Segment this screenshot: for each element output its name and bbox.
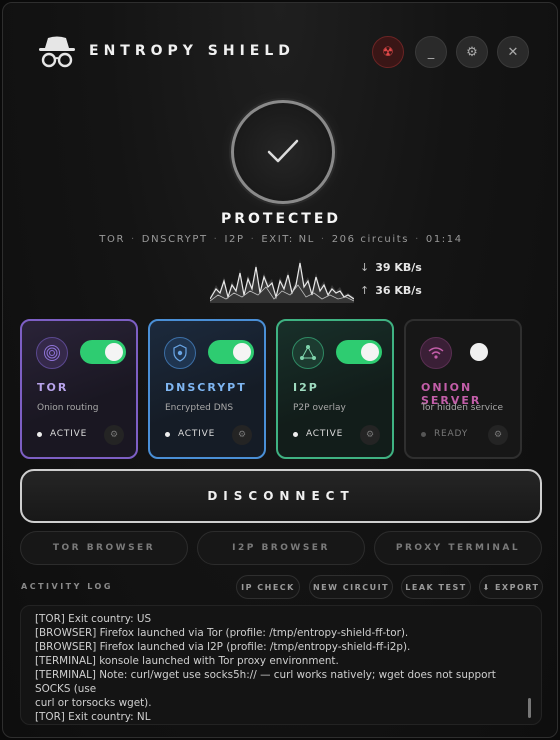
- log-line: [TOR] Exit country: US: [35, 613, 152, 625]
- log-line: [BROWSER] Firefox launched via Tor (prof…: [35, 627, 409, 639]
- module-status: READY: [421, 429, 468, 439]
- dnscrypt-settings-button[interactable]: ⚙: [232, 425, 252, 445]
- close-icon: ✕: [507, 44, 519, 60]
- app-title: ENTROPY SHIELD: [89, 43, 295, 59]
- network-nodes-icon: [292, 337, 324, 369]
- minimize-button[interactable]: _: [415, 36, 447, 68]
- app-window: ENTROPY SHIELD ☢ _ ⚙ ✕ PROTECTED TOR · DNS…: [2, 2, 558, 738]
- proxy-terminal-button[interactable]: PROXY TERMINAL: [374, 531, 542, 565]
- dnscrypt-toggle[interactable]: [208, 340, 254, 364]
- upload-arrow-icon: ↑: [360, 284, 370, 297]
- status-summary: TOR · DNSCRYPT · I2P · EXIT: NL · 206 circuits · 0…: [99, 234, 463, 245]
- close-button[interactable]: ✕: [497, 36, 529, 68]
- settings-button[interactable]: ⚙: [456, 36, 488, 68]
- i2p-browser-button[interactable]: I2P BROWSER: [197, 531, 365, 565]
- module-card-tor: TOR Onion routing ACTIVE ⚙: [20, 319, 138, 459]
- dns-shield-icon: [164, 337, 196, 369]
- disconnect-button[interactable]: DISCONNECT: [20, 469, 542, 523]
- status-indicator: [231, 100, 335, 204]
- radiation-icon: ☢: [382, 44, 394, 60]
- module-name: I2P: [293, 381, 319, 394]
- upload-speed: ↑ 36 KB/s: [360, 284, 422, 297]
- i2p-settings-button[interactable]: ⚙: [360, 425, 380, 445]
- gear-icon: ⚙: [365, 430, 375, 440]
- traffic-sparkline: [210, 259, 354, 303]
- download-speed: ↓ 39 KB/s: [360, 261, 422, 274]
- log-line: [TERMINAL] konsole launched with Tor pro…: [35, 655, 339, 667]
- module-card-onion-server: ONION SERVER Tor hidden service READY ⚙: [404, 319, 522, 459]
- module-name: TOR: [37, 381, 69, 394]
- activity-log-label: ACTIVITY LOG: [21, 582, 113, 591]
- gear-icon: ⚙: [237, 430, 247, 440]
- status-label: PROTECTED: [220, 211, 342, 227]
- settings-icon: ⚙: [466, 44, 478, 60]
- tor-toggle[interactable]: [80, 340, 126, 364]
- log-line: [TERMINAL] Note: curl/wget use socks5h:/…: [35, 669, 496, 695]
- incognito-logo-icon: [39, 36, 75, 68]
- tor-browser-button[interactable]: TOR BROWSER: [20, 531, 188, 565]
- broadcast-icon: [420, 337, 452, 369]
- module-card-i2p: I2P P2P overlay ACTIVE ⚙: [276, 319, 394, 459]
- download-arrow-icon: ↓: [360, 261, 370, 274]
- gear-icon: ⚙: [493, 430, 503, 440]
- log-line: [BROWSER] Firefox launched via I2P (prof…: [35, 641, 411, 653]
- activity-log[interactable]: [TOR] Exit country: US [BROWSER] Firefox…: [20, 605, 542, 725]
- onion-settings-button[interactable]: ⚙: [488, 425, 508, 445]
- module-status: ACTIVE: [37, 429, 87, 439]
- module-name: DNSCRYPT: [165, 381, 247, 394]
- ip-check-button[interactable]: IP CHECK: [236, 575, 300, 599]
- export-button[interactable]: ⬇ EXPORT: [479, 575, 543, 599]
- minimize-icon: _: [427, 44, 435, 60]
- module-desc: Tor hidden service: [421, 403, 504, 413]
- module-desc: P2P overlay: [293, 403, 346, 413]
- gear-icon: ⚙: [109, 430, 119, 440]
- module-status: ACTIVE: [293, 429, 343, 439]
- onion-server-toggle[interactable]: [464, 340, 510, 364]
- log-line: curl or torsocks wget).: [35, 697, 152, 709]
- log-scrollbar[interactable]: [528, 698, 531, 718]
- leak-test-button[interactable]: LEAK TEST: [401, 575, 471, 599]
- tor-onion-icon: [36, 337, 68, 369]
- module-desc: Encrypted DNS: [165, 403, 234, 413]
- module-desc: Onion routing: [37, 403, 99, 413]
- tor-settings-button[interactable]: ⚙: [104, 425, 124, 445]
- module-status: ACTIVE: [165, 429, 215, 439]
- checkmark-icon: [267, 139, 299, 163]
- panic-button[interactable]: ☢: [372, 36, 404, 68]
- module-card-dnscrypt: DNSCRYPT Encrypted DNS ACTIVE ⚙: [148, 319, 266, 459]
- i2p-toggle[interactable]: [336, 340, 382, 364]
- new-circuit-button[interactable]: NEW CIRCUIT: [309, 575, 393, 599]
- log-line: [TOR] Exit country: NL: [35, 711, 151, 723]
